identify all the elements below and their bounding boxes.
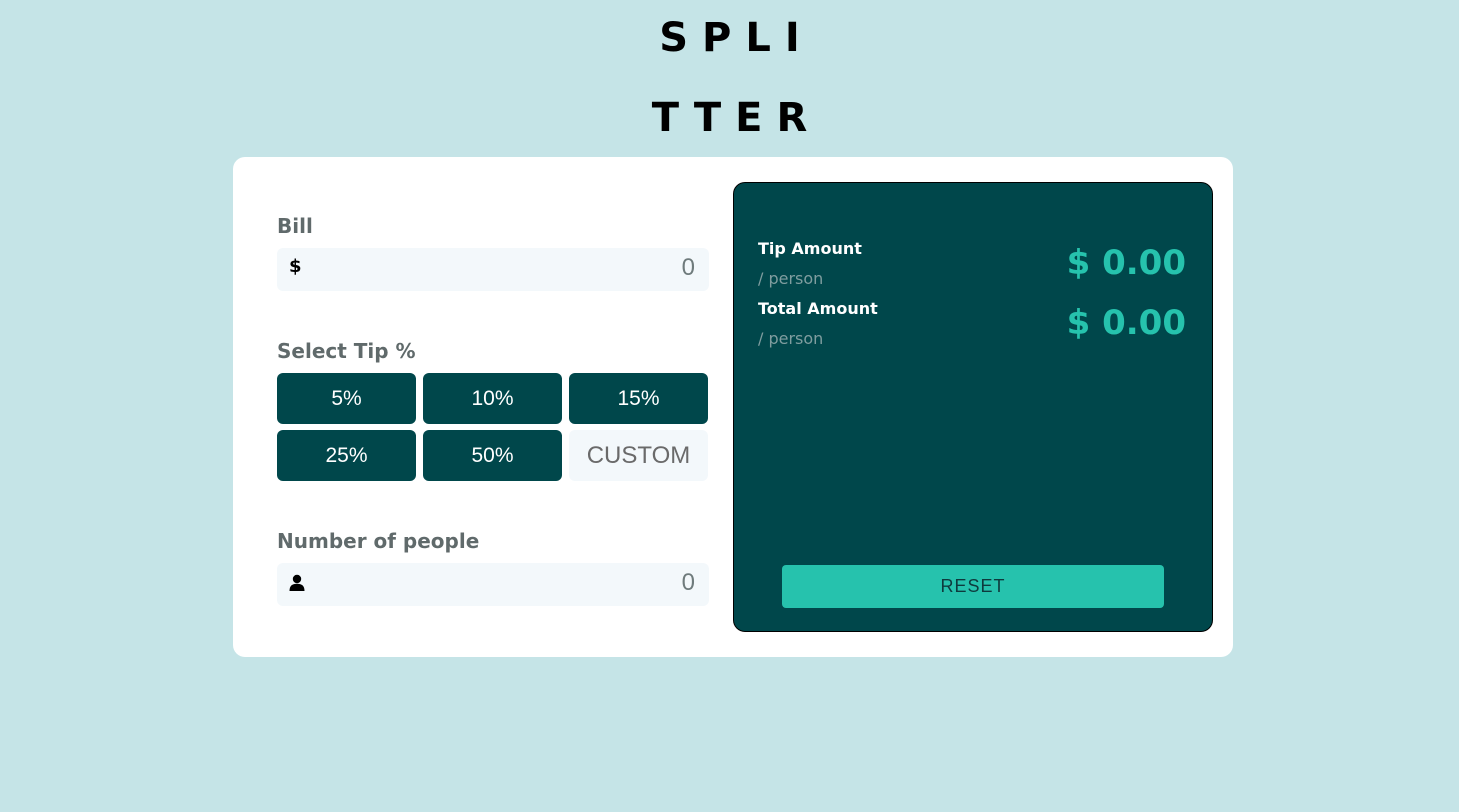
custom-tip-input[interactable]: CUSTOM <box>569 430 708 481</box>
select-tip-label: Select Tip % <box>277 339 416 363</box>
bill-label: Bill <box>277 214 313 238</box>
tip-button-15[interactable]: 15% <box>569 373 708 424</box>
tip-amount-label: Tip Amount <box>758 239 862 258</box>
total-amount-value: $ 0.00 <box>1066 303 1186 343</box>
tip-amount-sublabel: / person <box>758 269 824 288</box>
result-panel: Tip Amount / person $ 0.00 Total Amount … <box>733 182 1213 632</box>
reset-button[interactable]: RESET <box>782 565 1164 608</box>
tip-button-25[interactable]: 25% <box>277 430 416 481</box>
tip-button-10[interactable]: 10% <box>423 373 562 424</box>
app-logo-line-2: TTER <box>651 95 822 141</box>
total-amount-sublabel: / person <box>758 329 824 348</box>
people-label: Number of people <box>277 529 480 553</box>
bill-input-value[interactable]: 0 <box>682 254 695 282</box>
tip-button-5[interactable]: 5% <box>277 373 416 424</box>
tip-button-50[interactable]: 50% <box>423 430 562 481</box>
people-input[interactable]: 0 <box>277 563 709 606</box>
total-amount-label: Total Amount <box>758 299 878 318</box>
people-input-value[interactable]: 0 <box>682 569 695 597</box>
person-icon <box>289 571 305 594</box>
bill-input[interactable]: $ 0 <box>277 248 709 291</box>
person-icon-svg <box>289 574 305 591</box>
calculator-card: Bill $ 0 Select Tip % 5% 10% 15% 25% 50%… <box>233 157 1233 657</box>
dollar-icon: $ <box>289 256 302 277</box>
app-logo-line-1: SPLI <box>659 15 814 61</box>
tip-amount-value: $ 0.00 <box>1066 243 1186 283</box>
